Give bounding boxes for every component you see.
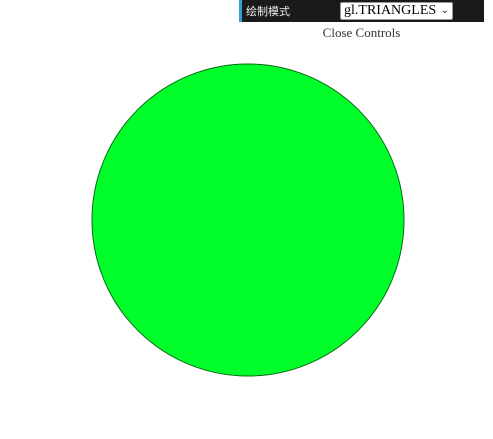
close-controls-button[interactable]: Close Controls [239,24,484,42]
draw-mode-label: 绘制模式 [246,5,290,18]
green-circle [91,63,405,377]
webgl-canvas [91,63,405,377]
controls-panel: 绘制模式 gl.TRIANGLES ⌄ Close Controls [239,0,484,43]
draw-mode-value: gl.TRIANGLES [344,3,437,18]
draw-mode-select[interactable]: gl.TRIANGLES ⌄ [340,2,453,20]
draw-mode-row: 绘制模式 gl.TRIANGLES ⌄ [239,0,484,22]
chevron-down-icon: ⌄ [440,5,449,16]
